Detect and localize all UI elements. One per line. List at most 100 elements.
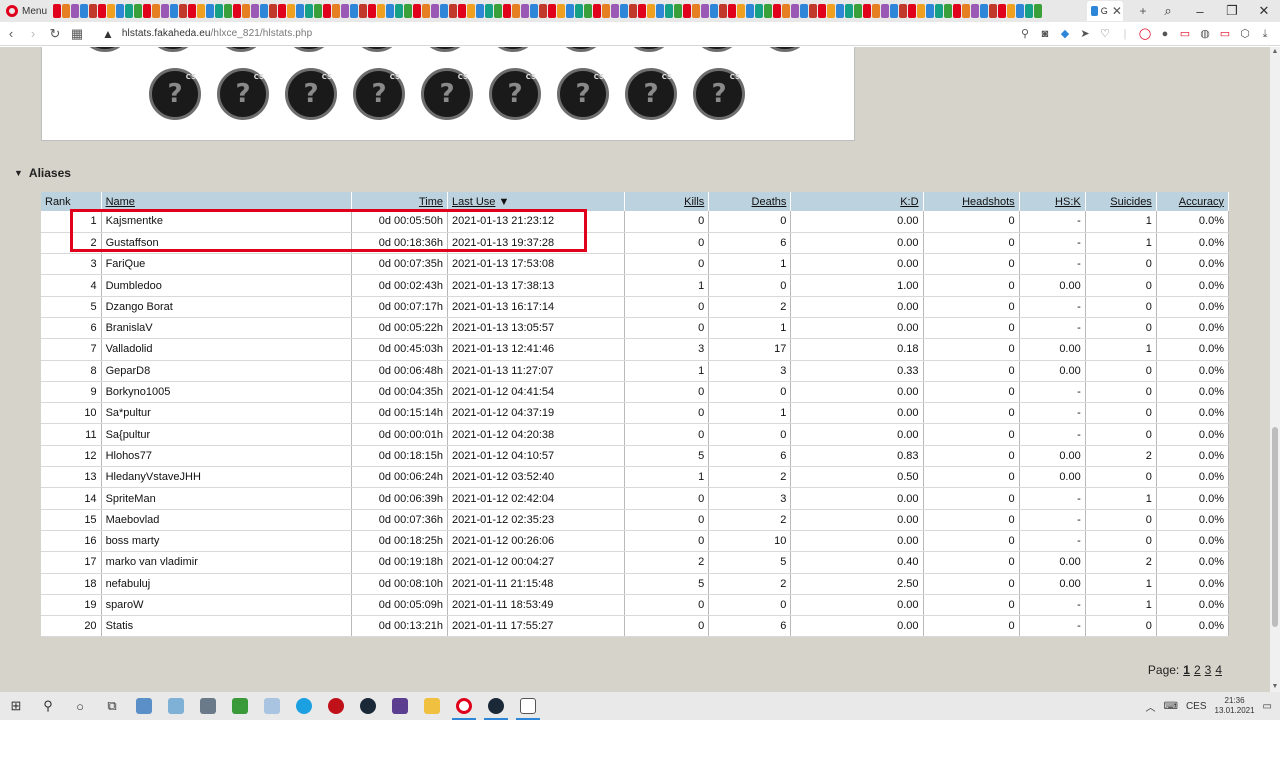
browser-tab[interactable] xyxy=(368,4,377,18)
keyboard-icon[interactable]: ⌨ xyxy=(1164,701,1178,712)
clock[interactable]: 21:36 13.01.2021 xyxy=(1215,696,1255,716)
browser-tab[interactable] xyxy=(800,4,809,18)
app-icon-5[interactable] xyxy=(320,692,352,720)
browser-tab[interactable] xyxy=(548,4,557,18)
browser-tab[interactable] xyxy=(413,4,422,18)
browser-tab[interactable] xyxy=(107,4,116,18)
opera-taskbar-icon[interactable] xyxy=(448,692,480,720)
send-icon[interactable]: ➤ xyxy=(1078,27,1092,41)
browser-tab[interactable] xyxy=(854,4,863,18)
page-current[interactable]: 1 xyxy=(1183,663,1190,677)
extension-icon-2[interactable]: ◍ xyxy=(1198,27,1212,41)
browser-tab[interactable] xyxy=(1034,4,1043,18)
new-tab-icon[interactable]: + xyxy=(1134,4,1152,18)
browser-tab[interactable] xyxy=(404,4,413,18)
search-tabs-icon[interactable]: ⌕ xyxy=(1152,3,1184,19)
browser-tab[interactable] xyxy=(764,4,773,18)
search-icon[interactable]: ⚲ xyxy=(1018,27,1032,41)
browser-tab[interactable] xyxy=(962,4,971,18)
browser-tab[interactable] xyxy=(224,4,233,18)
browser-tab[interactable] xyxy=(197,4,206,18)
col-name[interactable]: Name xyxy=(101,192,352,211)
download-app-icon[interactable] xyxy=(384,692,416,720)
browser-tab[interactable] xyxy=(467,4,476,18)
browser-tab[interactable] xyxy=(980,4,989,18)
browser-tab[interactable] xyxy=(332,4,341,18)
task-view-icon[interactable]: ⧉ xyxy=(96,692,128,720)
browser-tab[interactable] xyxy=(728,4,737,18)
browser-tab[interactable] xyxy=(683,4,692,18)
browser-tab[interactable] xyxy=(575,4,584,18)
col-headshots[interactable]: Headshots xyxy=(923,192,1020,211)
notification-icon[interactable]: ▭ xyxy=(1263,701,1272,712)
award-icon[interactable]: ?CS xyxy=(215,47,267,52)
browser-tab[interactable] xyxy=(377,4,386,18)
scroll-down-icon[interactable]: ▼ xyxy=(1270,682,1280,692)
vertical-scrollbar[interactable]: ▲ ▼ xyxy=(1270,47,1280,692)
browser-tab[interactable] xyxy=(953,4,962,18)
active-tab[interactable]: G ✕ xyxy=(1087,1,1124,21)
browser-tab[interactable] xyxy=(1025,4,1034,18)
browser-tab[interactable] xyxy=(1016,4,1025,18)
col-deaths[interactable]: Deaths xyxy=(708,192,792,211)
browser-tab[interactable] xyxy=(917,4,926,18)
minimize-icon[interactable]: – xyxy=(1184,4,1216,19)
browser-tab[interactable] xyxy=(53,4,62,18)
skype-icon[interactable] xyxy=(288,692,320,720)
browser-tab[interactable] xyxy=(98,4,107,18)
counter-strike-icon[interactable] xyxy=(512,692,544,720)
not-secure-warning-icon[interactable]: ▲ xyxy=(102,27,114,41)
browser-tab[interactable] xyxy=(296,4,305,18)
browser-tab[interactable] xyxy=(602,4,611,18)
col-suicides[interactable]: Suicides xyxy=(1085,192,1157,211)
browser-tab[interactable] xyxy=(665,4,674,18)
opera-menu-button[interactable]: Menu xyxy=(0,0,53,22)
browser-tab[interactable] xyxy=(386,4,395,18)
browser-tab[interactable] xyxy=(323,4,332,18)
heart-icon[interactable]: ♡ xyxy=(1098,27,1112,41)
award-icon[interactable]: ?CS xyxy=(489,68,541,120)
col-last-use[interactable]: Last Use ▼ xyxy=(447,192,626,211)
vpn-icon[interactable]: ● xyxy=(1158,27,1172,41)
browser-tab[interactable] xyxy=(125,4,134,18)
browser-tab[interactable] xyxy=(287,4,296,18)
file-explorer-icon[interactable] xyxy=(416,692,448,720)
browser-tab[interactable] xyxy=(80,4,89,18)
award-icon[interactable]: ?CS xyxy=(421,68,473,120)
browser-tab[interactable] xyxy=(503,4,512,18)
browser-tab[interactable] xyxy=(737,4,746,18)
browser-tab[interactable] xyxy=(170,4,179,18)
award-icon[interactable]: ?CS xyxy=(557,68,609,120)
app-icon-3[interactable] xyxy=(224,692,256,720)
collapse-triangle-icon[interactable]: ▼ xyxy=(14,168,23,178)
language-indicator[interactable]: CES xyxy=(1186,701,1207,712)
browser-tab[interactable] xyxy=(611,4,620,18)
browser-tab[interactable] xyxy=(512,4,521,18)
extensions-box-icon[interactable]: ⬡ xyxy=(1238,27,1252,41)
browser-tab[interactable] xyxy=(233,4,242,18)
download-icon[interactable]: ⤓ xyxy=(1258,27,1272,41)
browser-tab[interactable] xyxy=(521,4,530,18)
browser-tab[interactable] xyxy=(242,4,251,18)
scroll-up-icon[interactable]: ▲ xyxy=(1270,47,1280,57)
browser-tab[interactable] xyxy=(629,4,638,18)
browser-tab[interactable] xyxy=(134,4,143,18)
browser-tab[interactable] xyxy=(116,4,125,18)
browser-tab[interactable] xyxy=(494,4,503,18)
browser-tab[interactable] xyxy=(143,4,152,18)
browser-tab[interactable] xyxy=(845,4,854,18)
browser-tab[interactable] xyxy=(395,4,404,18)
scroll-thumb[interactable] xyxy=(1272,427,1278,627)
cortana-icon[interactable]: ○ xyxy=(64,692,96,720)
browser-tab[interactable] xyxy=(1007,4,1016,18)
award-icon[interactable]: ?CS xyxy=(623,47,675,52)
close-window-icon[interactable]: ✕ xyxy=(1248,3,1280,19)
browser-tab[interactable] xyxy=(152,4,161,18)
browser-tab[interactable] xyxy=(89,4,98,18)
browser-tab[interactable] xyxy=(674,4,683,18)
award-icon[interactable]: ?CS xyxy=(147,47,199,52)
steam-icon[interactable] xyxy=(352,692,384,720)
reload-icon[interactable]: ↻ xyxy=(44,26,66,42)
extension-icon-3[interactable]: ▭ xyxy=(1218,27,1232,41)
browser-tab[interactable] xyxy=(944,4,953,18)
